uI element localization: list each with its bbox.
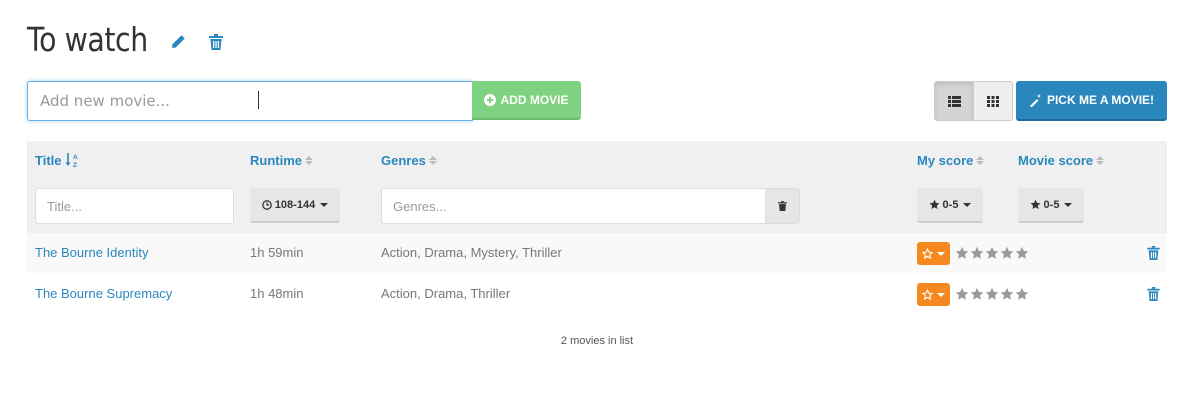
movie-runtime: 1h 59min xyxy=(250,245,304,260)
movie-score-filter-label: 0-5 xyxy=(1043,198,1060,211)
star-icon xyxy=(1000,246,1014,259)
movie-score-stars xyxy=(955,246,1029,260)
column-my-score-header[interactable]: My score xyxy=(917,151,985,169)
column-my-score-label: My score xyxy=(917,152,974,168)
sort-icon xyxy=(976,155,985,165)
magic-wand-icon xyxy=(1029,93,1041,107)
column-movie-score-header[interactable]: Movie score xyxy=(1018,151,1105,169)
movie-score-filter-dropdown[interactable]: 0-5 xyxy=(1018,188,1084,223)
movie-score-stars xyxy=(955,287,1029,301)
movie-count-text: 2 movies in list xyxy=(560,335,634,347)
star-outline-icon xyxy=(922,248,933,259)
movie-genres: Action, Drama, Thriller xyxy=(381,286,511,301)
my-score-filter-dropdown[interactable]: 0-5 xyxy=(917,188,983,223)
pick-movie-button[interactable]: PICK ME A MOVIE! xyxy=(1016,81,1167,121)
trash-icon[interactable] xyxy=(207,33,225,51)
caret-down-icon xyxy=(937,292,945,297)
movie-runtime: 1h 48min xyxy=(250,286,304,301)
grid-view-icon xyxy=(987,95,999,107)
svg-text:Z: Z xyxy=(73,162,77,168)
sort-icon xyxy=(305,155,313,165)
sort-alpha-icon: AZ xyxy=(65,153,78,168)
caret-down-icon xyxy=(937,251,945,256)
column-movie-score-label: Movie score xyxy=(1018,152,1094,168)
runtime-filter-dropdown[interactable]: 108-144 xyxy=(250,188,340,223)
add-movie-input[interactable] xyxy=(27,81,473,121)
caret-down-icon xyxy=(1064,202,1073,207)
page-title: To watch xyxy=(27,20,148,59)
caret-down-icon xyxy=(320,202,329,207)
trash-icon xyxy=(1147,287,1160,301)
list-view-button[interactable] xyxy=(934,81,974,121)
star-icon xyxy=(985,287,999,300)
star-outline-icon xyxy=(922,289,933,300)
star-icon xyxy=(1015,246,1029,259)
sort-icon xyxy=(1096,155,1105,165)
delete-movie-button[interactable] xyxy=(1147,245,1160,264)
star-icon xyxy=(955,287,969,300)
column-genres-header[interactable]: Genres xyxy=(381,151,437,169)
genres-filter-input[interactable] xyxy=(381,188,766,224)
star-icon xyxy=(1030,199,1040,210)
clock-icon xyxy=(261,199,272,210)
grid-view-button[interactable] xyxy=(973,81,1013,121)
add-movie-button[interactable]: ADD MOVIE xyxy=(472,81,581,120)
caret-down-icon xyxy=(963,202,972,207)
text-cursor xyxy=(258,91,264,109)
sort-icon xyxy=(428,155,437,165)
svg-text:A: A xyxy=(73,154,78,161)
add-movie-label: ADD MOVIE xyxy=(500,92,569,107)
my-score-button[interactable] xyxy=(917,242,950,265)
my-score-button[interactable] xyxy=(917,283,950,306)
movie-title-link[interactable]: The Bourne Identity xyxy=(35,243,148,263)
pick-movie-label: PICK ME A MOVIE! xyxy=(1046,93,1155,107)
star-icon xyxy=(955,246,969,259)
star-icon xyxy=(985,246,999,259)
list-view-icon xyxy=(947,95,961,107)
star-icon xyxy=(1000,287,1014,300)
star-icon xyxy=(1015,287,1029,300)
pencil-icon[interactable] xyxy=(169,33,187,51)
column-title-header[interactable]: Title AZ xyxy=(35,151,79,169)
star-icon xyxy=(929,199,939,210)
column-genres-label: Genres xyxy=(381,152,426,168)
column-runtime-header[interactable]: Runtime xyxy=(250,151,313,169)
movie-title-link[interactable]: The Bourne Supremacy xyxy=(35,284,172,304)
runtime-filter-label: 108-144 xyxy=(274,198,316,211)
my-score-filter-label: 0-5 xyxy=(942,198,959,211)
column-title-label: Title xyxy=(35,152,62,168)
star-icon xyxy=(970,246,984,259)
title-filter-input[interactable] xyxy=(35,188,234,224)
movie-genres: Action, Drama, Mystery, Thriller xyxy=(381,245,562,260)
trash-icon xyxy=(1147,246,1160,260)
delete-movie-button[interactable] xyxy=(1147,286,1160,305)
trash-icon xyxy=(778,201,787,211)
plus-circle-icon xyxy=(484,93,497,106)
star-icon xyxy=(970,287,984,300)
column-runtime-label: Runtime xyxy=(250,152,302,168)
genres-clear-button[interactable] xyxy=(765,188,800,224)
